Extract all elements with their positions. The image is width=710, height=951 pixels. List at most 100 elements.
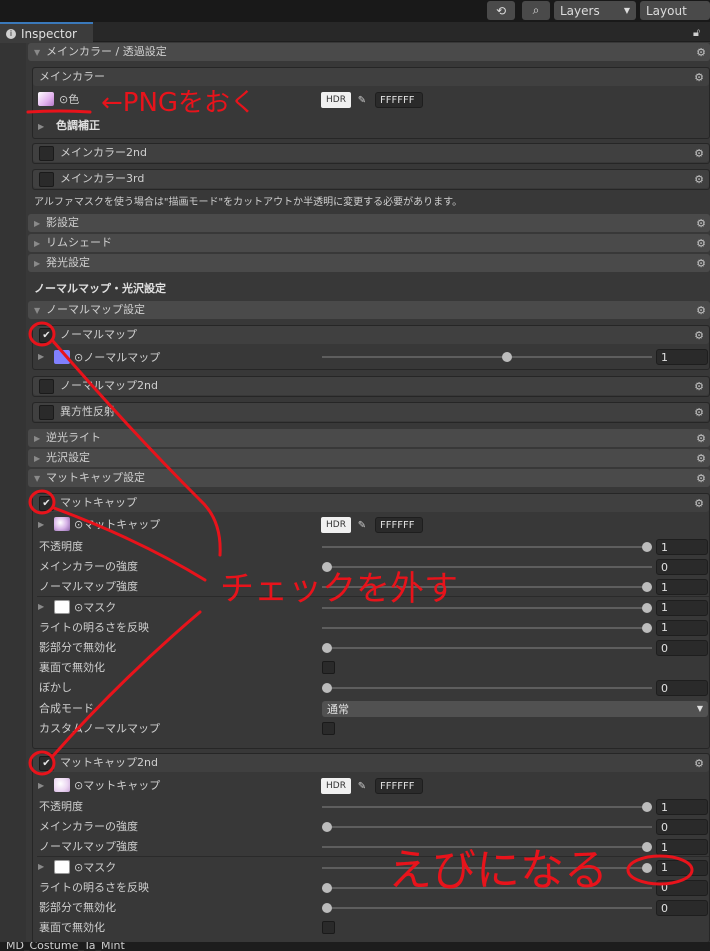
gear-icon[interactable]: ⚙ bbox=[695, 452, 707, 465]
matcap-hex[interactable]: FFFFFF bbox=[375, 517, 423, 533]
slider-knob[interactable] bbox=[642, 862, 652, 873]
main-color-2nd-checkbox[interactable] bbox=[39, 145, 54, 161]
gear-icon[interactable]: ⚙ bbox=[693, 71, 705, 84]
matcap-thumbnail[interactable] bbox=[54, 517, 70, 531]
matcap-2nd-checkbox[interactable]: ✔ bbox=[39, 755, 54, 771]
fold-closed-icon[interactable]: ▶ bbox=[38, 781, 50, 790]
property-checkbox[interactable] bbox=[322, 921, 335, 935]
main-texture-thumbnail[interactable] bbox=[38, 92, 54, 106]
property-slider[interactable] bbox=[322, 882, 652, 893]
section-main-color-transparency[interactable]: ▼ メインカラー / 透過設定 bbox=[28, 43, 710, 61]
gear-icon[interactable]: ⚙ bbox=[695, 217, 707, 230]
section-rim-shade[interactable]: ▶ リムシェード bbox=[28, 234, 710, 252]
property-value[interactable]: 0 bbox=[656, 900, 708, 916]
slider-knob[interactable] bbox=[322, 683, 332, 694]
fold-closed-icon[interactable]: ▶ bbox=[38, 520, 50, 529]
slider-knob[interactable] bbox=[322, 822, 332, 833]
section-normal-map-settings[interactable]: ▼ ノーマルマップ設定 bbox=[28, 301, 710, 319]
main-color-3rd-checkbox[interactable] bbox=[39, 171, 54, 187]
gear-icon[interactable]: ⚙ bbox=[693, 173, 705, 186]
lock-icon[interactable]: 🔓︎ bbox=[693, 26, 700, 40]
eyedropper-icon[interactable]: ✎ bbox=[354, 517, 370, 533]
slider-knob[interactable] bbox=[322, 903, 332, 913]
property-slider[interactable] bbox=[322, 622, 652, 633]
property-slider[interactable] bbox=[322, 602, 652, 613]
property-value[interactable]: 0 bbox=[656, 879, 708, 896]
property-slider[interactable] bbox=[322, 802, 652, 812]
layout-dropdown[interactable]: Layout bbox=[640, 1, 710, 20]
property-slider[interactable] bbox=[322, 562, 652, 573]
property-slider[interactable] bbox=[322, 643, 652, 653]
property-value[interactable]: 0 bbox=[656, 640, 708, 656]
matcap-checkbox[interactable]: ✔ bbox=[39, 495, 54, 511]
blend-mode-dropdown[interactable]: 通常 ▼ bbox=[322, 700, 708, 717]
normal-map-value[interactable]: 1 bbox=[656, 349, 708, 365]
gear-icon[interactable]: ⚙ bbox=[693, 757, 705, 770]
slider-knob[interactable] bbox=[322, 882, 332, 893]
matcap-2nd-thumbnail[interactable] bbox=[54, 778, 70, 792]
main-color-hex[interactable]: FFFFFF bbox=[375, 92, 423, 108]
slider-knob[interactable] bbox=[642, 802, 652, 812]
eyedropper-icon[interactable]: ✎ bbox=[354, 778, 370, 794]
gear-icon[interactable]: ⚙ bbox=[695, 472, 707, 485]
tone-correction-row[interactable]: ▶ 色調補正 bbox=[33, 117, 709, 135]
slider-knob[interactable] bbox=[642, 602, 652, 613]
property-slider[interactable] bbox=[322, 822, 652, 833]
mask-thumbnail[interactable] bbox=[54, 599, 70, 614]
property-value[interactable]: 1 bbox=[656, 859, 708, 876]
gear-icon[interactable]: ⚙ bbox=[695, 46, 707, 59]
property-value[interactable]: 1 bbox=[656, 539, 708, 555]
property-checkbox[interactable] bbox=[322, 661, 335, 675]
search-icon[interactable]: ⌕ bbox=[522, 1, 550, 20]
gear-icon[interactable]: ⚙ bbox=[693, 406, 705, 419]
fold-closed-icon[interactable]: ▶ bbox=[38, 602, 50, 611]
section-emission-settings[interactable]: ▶ 発光設定 bbox=[28, 254, 710, 272]
gear-icon[interactable]: ⚙ bbox=[693, 497, 705, 510]
slider-knob[interactable] bbox=[502, 352, 512, 362]
section-gloss-settings[interactable]: ▶ 光沢設定 bbox=[28, 449, 710, 467]
section-matcap-settings[interactable]: ▼ マットキャップ設定 bbox=[28, 469, 710, 487]
gear-icon[interactable]: ⚙ bbox=[693, 147, 705, 160]
slider-knob[interactable] bbox=[642, 582, 652, 593]
property-slider[interactable] bbox=[322, 903, 652, 913]
gear-icon[interactable]: ⚙ bbox=[693, 329, 705, 342]
slider-knob[interactable] bbox=[322, 562, 332, 573]
slider-knob[interactable] bbox=[642, 542, 652, 552]
property-value[interactable]: 1 bbox=[656, 599, 708, 616]
normal-map-slider[interactable] bbox=[322, 352, 652, 362]
layers-dropdown[interactable]: Layers ▼ bbox=[554, 1, 636, 20]
eyedropper-icon[interactable]: ✎ bbox=[354, 92, 370, 108]
property-value[interactable]: 0 bbox=[656, 819, 708, 836]
anisotropy-checkbox[interactable] bbox=[39, 404, 54, 420]
property-checkbox[interactable] bbox=[322, 721, 335, 735]
property-value[interactable]: 1 bbox=[656, 619, 708, 636]
property-slider[interactable] bbox=[322, 582, 652, 593]
section-shadow-settings[interactable]: ▶ 影設定 bbox=[28, 214, 710, 232]
slider-knob[interactable] bbox=[642, 842, 652, 853]
fold-closed-icon[interactable]: ▶ bbox=[38, 862, 50, 871]
gear-icon[interactable]: ⚙ bbox=[693, 380, 705, 393]
normal-map-2nd-checkbox[interactable] bbox=[39, 378, 54, 394]
property-slider[interactable] bbox=[322, 542, 652, 552]
property-value[interactable]: 1 bbox=[656, 799, 708, 815]
fold-closed-icon[interactable]: ▶ bbox=[38, 352, 50, 361]
normal-map-thumbnail[interactable] bbox=[54, 350, 70, 364]
property-value[interactable]: 0 bbox=[656, 680, 708, 697]
section-backlight[interactable]: ▶ 逆光ライト bbox=[28, 429, 710, 447]
history-icon[interactable]: ⟲ bbox=[487, 1, 515, 20]
mask-thumbnail[interactable] bbox=[54, 859, 70, 874]
normal-map-checkbox[interactable]: ✔ bbox=[39, 327, 54, 343]
property-value[interactable]: 1 bbox=[656, 579, 708, 596]
gear-icon[interactable]: ⚙ bbox=[695, 304, 707, 317]
slider-knob[interactable] bbox=[642, 622, 652, 633]
gear-icon[interactable]: ⚙ bbox=[695, 257, 707, 270]
property-slider[interactable] bbox=[322, 842, 652, 853]
matcap-2nd-hex[interactable]: FFFFFF bbox=[375, 778, 423, 794]
gear-icon[interactable]: ⚙ bbox=[695, 432, 707, 445]
property-slider[interactable] bbox=[322, 683, 652, 694]
property-slider[interactable] bbox=[322, 862, 652, 873]
tab-inspector[interactable]: i Inspector bbox=[0, 22, 93, 43]
property-value[interactable]: 1 bbox=[656, 839, 708, 856]
property-value[interactable]: 0 bbox=[656, 559, 708, 576]
gear-icon[interactable]: ⚙ bbox=[695, 237, 707, 250]
